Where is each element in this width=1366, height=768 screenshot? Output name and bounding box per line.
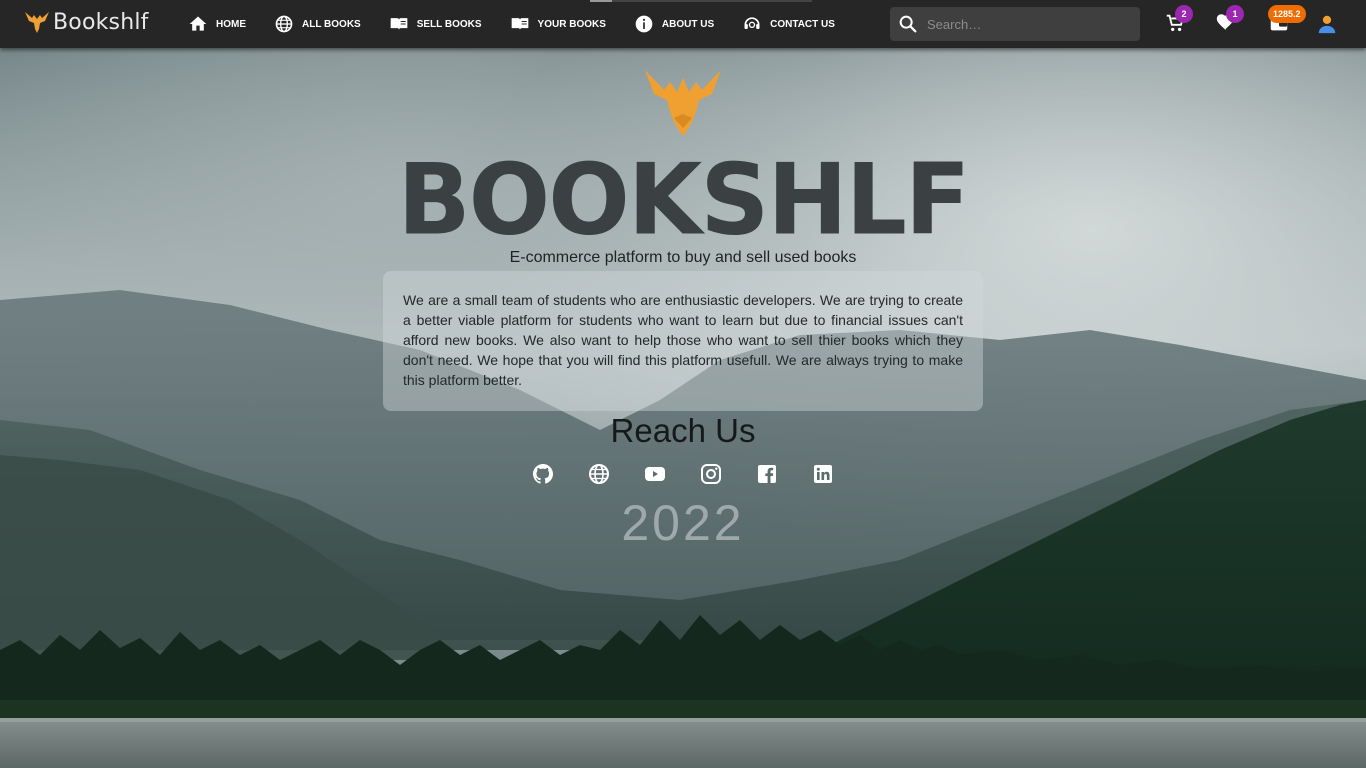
globe-icon — [589, 464, 609, 484]
github-icon — [533, 464, 553, 484]
nav-contact-us[interactable]: CONTACT US — [742, 14, 835, 34]
nav-sell-books[interactable]: SELL BOOKS — [389, 14, 482, 34]
nav-home-label: HOME — [216, 18, 246, 30]
hero-title: BOOKSHLF — [397, 142, 970, 258]
top-navbar: Bookshlf HOME ALL BOOKS SELL BOOKS YOUR … — [0, 0, 1366, 48]
nav-sell-books-label: SELL BOOKS — [416, 18, 482, 30]
user-avatar-icon — [1318, 15, 1336, 34]
youtube-link[interactable] — [643, 462, 667, 486]
wishlist-button[interactable]: 1 — [1215, 5, 1244, 34]
instagram-icon — [701, 464, 721, 484]
nav-your-books[interactable]: YOUR BOOKS — [510, 14, 606, 34]
home-icon — [189, 16, 207, 31]
hero-subtitle: E-commerce platform to buy and sell used… — [509, 249, 857, 266]
open-book-icon — [390, 18, 408, 30]
cart-count-badge: 2 — [1175, 5, 1193, 23]
facebook-link[interactable] — [755, 462, 779, 486]
facebook-icon — [758, 465, 776, 483]
wishlist-count-badge: 1 — [1226, 5, 1244, 23]
brand-name: Bookshlf — [53, 9, 149, 35]
about-text: We are a small team of students who are … — [403, 292, 963, 388]
website-link[interactable] — [587, 462, 611, 486]
eagle-logo-icon — [25, 12, 49, 33]
nav-contact-us-label: CONTACT US — [770, 18, 835, 30]
copyright-year: 2022 — [621, 495, 745, 551]
eagle-logo-icon — [645, 70, 721, 136]
brand[interactable]: Bookshlf — [24, 9, 149, 35]
cart-button[interactable]: 2 — [1164, 5, 1193, 34]
search-box[interactable] — [890, 7, 1140, 41]
linkedin-link[interactable] — [811, 462, 835, 486]
social-links — [531, 462, 867, 486]
nav-all-books-label: ALL BOOKS — [302, 18, 361, 30]
nav-about-us[interactable]: ABOUT US — [634, 14, 714, 34]
hero-section: BOOKSHLF E-commerce platform to buy and … — [0, 48, 1366, 768]
active-tab-indicator-thumb — [590, 0, 612, 2]
instagram-link[interactable] — [699, 462, 723, 486]
nav-your-books-label: YOUR BOOKS — [537, 18, 606, 30]
reach-us-title: Reach Us — [610, 412, 756, 449]
support-agent-icon — [744, 17, 760, 29]
nav-home[interactable]: HOME — [188, 14, 246, 34]
search-input[interactable] — [927, 16, 1127, 32]
globe-icon — [275, 15, 293, 33]
nav-about-us-label: ABOUT US — [661, 18, 715, 30]
github-link[interactable] — [531, 462, 555, 486]
wallet-button[interactable]: 1285.2 — [1268, 5, 1306, 34]
youtube-icon — [645, 467, 665, 481]
nav-all-books[interactable]: ALL BOOKS — [274, 14, 361, 34]
about-card: We are a small team of students who are … — [383, 271, 983, 411]
profile-button[interactable] — [1316, 13, 1338, 35]
active-tab-indicator — [590, 0, 812, 2]
nav-links: HOME ALL BOOKS SELL BOOKS YOUR BOOKS ABO… — [188, 0, 863, 48]
open-book-icon — [511, 18, 528, 30]
info-icon — [635, 15, 653, 33]
linkedin-icon — [814, 465, 832, 483]
search-icon — [899, 15, 917, 33]
wallet-balance-badge: 1285.2 — [1268, 5, 1306, 23]
